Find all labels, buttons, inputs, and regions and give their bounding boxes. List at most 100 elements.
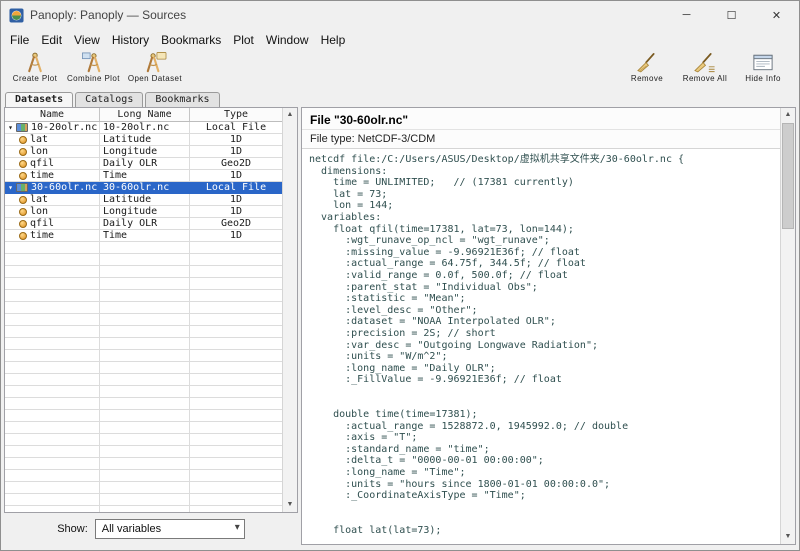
- hide-info-button[interactable]: Hide Info: [737, 51, 789, 83]
- cell-empty: [100, 482, 190, 494]
- info-file-type: File type: NetCDF-3/CDM: [302, 130, 780, 149]
- menu-edit[interactable]: Edit: [35, 31, 68, 49]
- cell-empty: [100, 434, 190, 446]
- minimize-button[interactable]: ─: [664, 1, 709, 29]
- tree-empty-row: [5, 410, 282, 422]
- row-name: qfil: [30, 218, 54, 229]
- info-scrollbar[interactable]: ▲ ▼: [780, 108, 795, 544]
- remove-all-icon: [692, 51, 718, 74]
- tool-label: Hide Info: [745, 74, 781, 83]
- app-window: Panoply: Panoply — Sources ─ ☐ ✕ FileEdi…: [0, 0, 800, 551]
- tab-catalogs[interactable]: Catalogs: [75, 92, 143, 107]
- column-header-name[interactable]: Name: [5, 108, 100, 121]
- cell-type: Local File: [190, 122, 282, 134]
- cell-empty: [5, 314, 100, 326]
- tab-datasets[interactable]: Datasets: [5, 92, 73, 107]
- menu-view[interactable]: View: [68, 31, 106, 49]
- tool-label: Open Dataset: [128, 74, 182, 83]
- scroll-up-icon[interactable]: ▲: [283, 108, 297, 122]
- cell-name: lon: [5, 146, 100, 158]
- cell-type: 1D: [190, 146, 282, 158]
- menu-help[interactable]: Help: [315, 31, 352, 49]
- tree-row-variable[interactable]: timeTime1D: [5, 170, 282, 182]
- row-name: lon: [30, 146, 48, 157]
- cell-empty: [5, 422, 100, 434]
- window-controls: ─ ☐ ✕: [664, 1, 799, 29]
- tree-empty-row: [5, 302, 282, 314]
- menu-bookmarks[interactable]: Bookmarks: [155, 31, 227, 49]
- tree-row-variable[interactable]: latLatitude1D: [5, 134, 282, 146]
- cell-empty: [100, 302, 190, 314]
- show-variables-dropdown[interactable]: All variables ▾: [95, 519, 245, 539]
- scroll-down-icon[interactable]: ▼: [781, 530, 795, 544]
- create-plot-button[interactable]: Create Plot: [9, 51, 61, 83]
- remove-icon: [634, 51, 660, 74]
- expand-arrow-icon[interactable]: ▾: [5, 182, 16, 193]
- combine-plot-button[interactable]: Combine Plot: [65, 51, 122, 83]
- tree-row-variable[interactable]: qfilDaily OLRGeo2D: [5, 158, 282, 170]
- cell-empty: [190, 326, 282, 338]
- tree-row-variable[interactable]: lonLongitude1D: [5, 206, 282, 218]
- tree-row-variable[interactable]: timeTime1D: [5, 230, 282, 242]
- cell-empty: [190, 290, 282, 302]
- cell-long-name: 10-20olr.nc: [100, 122, 190, 134]
- cell-empty: [100, 338, 190, 350]
- menu-history[interactable]: History: [106, 31, 155, 49]
- tree-row-variable[interactable]: latLatitude1D: [5, 194, 282, 206]
- info-content[interactable]: netcdf file:/C:/Users/ASUS/Desktop/虚拟机共享…: [302, 149, 780, 544]
- tree-empty-row: [5, 362, 282, 374]
- cell-long-name: Latitude: [100, 134, 190, 146]
- scrollbar-thumb[interactable]: [782, 123, 794, 229]
- tree-empty-row: [5, 494, 282, 506]
- expand-arrow-icon[interactable]: ▾: [5, 122, 16, 133]
- cell-name: time: [5, 230, 100, 242]
- variable-icon: [19, 160, 27, 168]
- tree-empty-row: [5, 446, 282, 458]
- scroll-up-icon[interactable]: ▲: [781, 108, 795, 122]
- tree-empty-row: [5, 458, 282, 470]
- create-plot-icon: [22, 51, 48, 74]
- cell-empty: [190, 470, 282, 482]
- close-button[interactable]: ✕: [754, 1, 799, 29]
- tree-row-variable[interactable]: qfilDaily OLRGeo2D: [5, 218, 282, 230]
- column-header-long-name[interactable]: Long Name: [100, 108, 190, 121]
- open-dataset-button[interactable]: Open Dataset: [126, 51, 184, 83]
- cell-empty: [190, 482, 282, 494]
- remove-button[interactable]: Remove: [621, 51, 673, 83]
- cell-empty: [190, 446, 282, 458]
- maximize-button[interactable]: ☐: [709, 1, 754, 29]
- menu-window[interactable]: Window: [260, 31, 315, 49]
- scroll-down-icon[interactable]: ▼: [283, 498, 297, 512]
- cell-type: 1D: [190, 134, 282, 146]
- tree-empty-row: [5, 350, 282, 362]
- cell-type: 1D: [190, 206, 282, 218]
- tree-row-dataset[interactable]: ▾30-60olr.nc30-60olr.ncLocal File: [5, 182, 282, 194]
- remove-all-button[interactable]: Remove All: [679, 51, 731, 83]
- column-header-type[interactable]: Type: [190, 108, 282, 121]
- tree-empty-row: [5, 386, 282, 398]
- tree-scrollbar[interactable]: ▲ ▼: [282, 108, 297, 512]
- tab-bookmarks[interactable]: Bookmarks: [145, 92, 219, 107]
- cell-type: Local File: [190, 182, 282, 194]
- tree-row-variable[interactable]: lonLongitude1D: [5, 146, 282, 158]
- cell-empty: [5, 266, 100, 278]
- tree-row-dataset[interactable]: ▾10-20olr.nc10-20olr.ncLocal File: [5, 122, 282, 134]
- cell-empty: [100, 506, 190, 512]
- cell-empty: [5, 362, 100, 374]
- metadata-text: netcdf file:/C:/Users/ASUS/Desktop/虚拟机共享…: [309, 154, 780, 537]
- cell-long-name: 30-60olr.nc: [100, 182, 190, 194]
- cell-empty: [5, 302, 100, 314]
- cell-empty: [190, 242, 282, 254]
- menu-bar: FileEditViewHistoryBookmarksPlotWindowHe…: [1, 29, 799, 50]
- cell-type: 1D: [190, 170, 282, 182]
- menu-plot[interactable]: Plot: [227, 31, 260, 49]
- tree-empty-row: [5, 278, 282, 290]
- cell-empty: [190, 506, 282, 512]
- tree-empty-row: [5, 242, 282, 254]
- sources-tree-table: Name Long Name Type ▾10-20olr.nc10-20olr…: [5, 108, 282, 512]
- tree-empty-row: [5, 374, 282, 386]
- cell-empty: [190, 266, 282, 278]
- cell-long-name: Daily OLR: [100, 218, 190, 230]
- tree-empty-row: [5, 398, 282, 410]
- menu-file[interactable]: File: [4, 31, 35, 49]
